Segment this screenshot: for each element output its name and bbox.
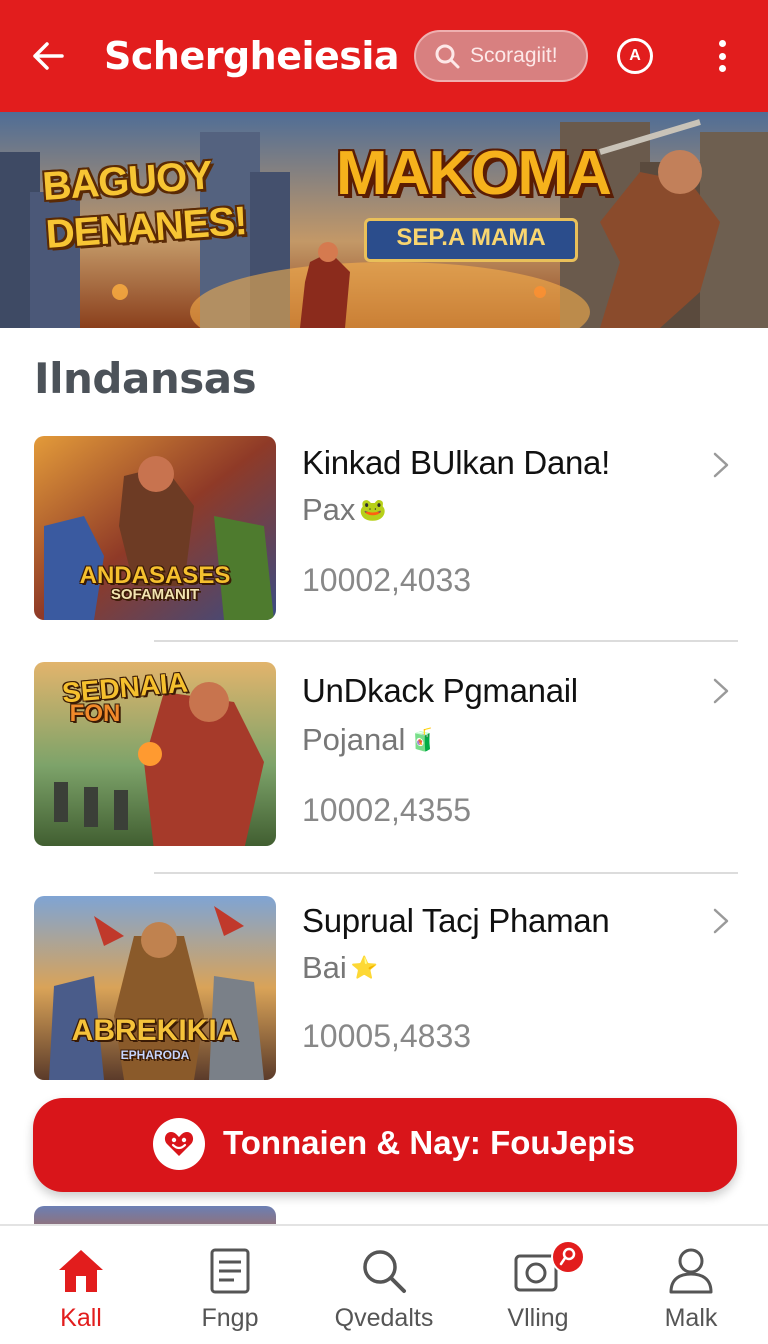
item-subtitle-text: Pax <box>302 492 356 527</box>
bottom-navigation: Kall Fngp Qvedalts Vlling Malk <box>0 1224 768 1344</box>
cta-label: Tonnaien & Nay: FouJepis <box>223 1124 635 1161</box>
item-count: 10005,4833 <box>302 1018 472 1054</box>
account-button[interactable]: A <box>617 38 653 74</box>
search-icon <box>363 1250 406 1293</box>
chevron-right-icon <box>713 908 729 934</box>
more-options-button[interactable] <box>706 36 738 76</box>
list-item[interactable]: SEDNAIA FON UnDkack Pgmanail Pojanal 🧃 1… <box>0 662 768 852</box>
list-item[interactable]: ANDASASES SOFAMANIT Kinkad BUlkan Dana! … <box>0 432 768 622</box>
nav-item-document[interactable]: Fngp <box>155 1226 305 1344</box>
nav-item-home[interactable]: Kall <box>6 1226 156 1344</box>
promo-banner[interactable]: BAGUOY DENANES! MAKOMA SEP.A MAMA <box>0 112 768 328</box>
thumbnail-subcaption: SOFAMANIT <box>110 586 200 603</box>
item-subtitle: Pojanal 🧃 <box>302 722 437 758</box>
drink-icon: 🧃 <box>409 727 437 752</box>
cta-button[interactable]: Tonnaien & Nay: FouJepis <box>33 1098 737 1192</box>
item-count: 10002,4355 <box>302 792 472 828</box>
divider <box>154 872 738 874</box>
banner-game-logo: MAKOMA SEP.A MAMA <box>336 138 612 262</box>
chevron-right-icon <box>713 452 729 478</box>
search-placeholder: Scoragiit! <box>470 44 558 67</box>
star-icon: ⭐ <box>350 955 379 980</box>
frog-icon: 🐸 <box>359 497 387 522</box>
document-icon <box>210 1248 250 1294</box>
item-title: Kinkad BUlkan Dana! <box>302 444 610 481</box>
account-letter: A <box>629 47 641 64</box>
list-item[interactable]: ABREKIKIA EPHARODA Suprual Tacj Phaman B… <box>0 894 768 1084</box>
thumbnail-subcaption: EPHARODA <box>120 1048 190 1062</box>
search-icon <box>435 44 460 69</box>
nav-label: Qvedalts <box>334 1304 434 1332</box>
notification-badge <box>551 1240 585 1274</box>
nav-item-camera[interactable]: Vlling <box>463 1226 613 1344</box>
nav-label: Vlling <box>507 1304 569 1332</box>
dot-icon <box>718 40 726 47</box>
nav-label: Malk <box>664 1304 718 1332</box>
pin-icon <box>559 1247 576 1266</box>
nav-label: Kall <box>60 1304 102 1332</box>
divider <box>154 640 738 642</box>
dot-icon <box>718 65 726 72</box>
thumbnail-subcaption: FON <box>69 700 121 727</box>
item-subtitle-text: Bai <box>302 950 347 985</box>
profile-icon <box>669 1248 713 1294</box>
nav-label: Fngp <box>201 1304 259 1332</box>
back-button[interactable] <box>24 36 72 76</box>
thumbnail-caption: ABREKIKIA <box>71 1014 239 1047</box>
nav-item-search[interactable]: Qvedalts <box>309 1226 459 1344</box>
smile-heart-icon <box>153 1118 205 1170</box>
item-title: UnDkack Pgmanail <box>302 672 578 709</box>
banner-logo-title: MAKOMA <box>336 139 612 208</box>
nav-item-profile[interactable]: Malk <box>616 1226 766 1344</box>
banner-logo-subtitle: SEP.A MAMA <box>396 224 546 251</box>
banner-slogan: BAGUOY DENANES! <box>41 149 248 259</box>
item-subtitle: Pax 🐸 <box>302 492 387 528</box>
item-count: 10002,4033 <box>302 562 472 598</box>
chevron-right-icon <box>713 678 729 704</box>
arrow-left-icon <box>33 42 64 70</box>
game-thumbnail: SEDNAIA FON <box>34 662 276 846</box>
search-input[interactable]: Scoragiit! <box>414 30 588 82</box>
app-header: Schergheiesia Scoragiit! A <box>0 0 768 112</box>
item-subtitle: Bai ⭐ <box>302 950 378 986</box>
game-thumbnail: ABREKIKIA EPHARODA <box>34 896 276 1080</box>
home-icon <box>59 1250 103 1292</box>
game-thumbnail: ANDASASES SOFAMANIT <box>34 436 276 620</box>
section-title: Ilndansas <box>34 354 257 403</box>
dot-icon <box>718 52 726 60</box>
item-subtitle-text: Pojanal <box>302 722 406 757</box>
app-title: Schergheiesia <box>104 34 400 78</box>
item-title: Suprual Tacj Phaman <box>302 902 610 939</box>
